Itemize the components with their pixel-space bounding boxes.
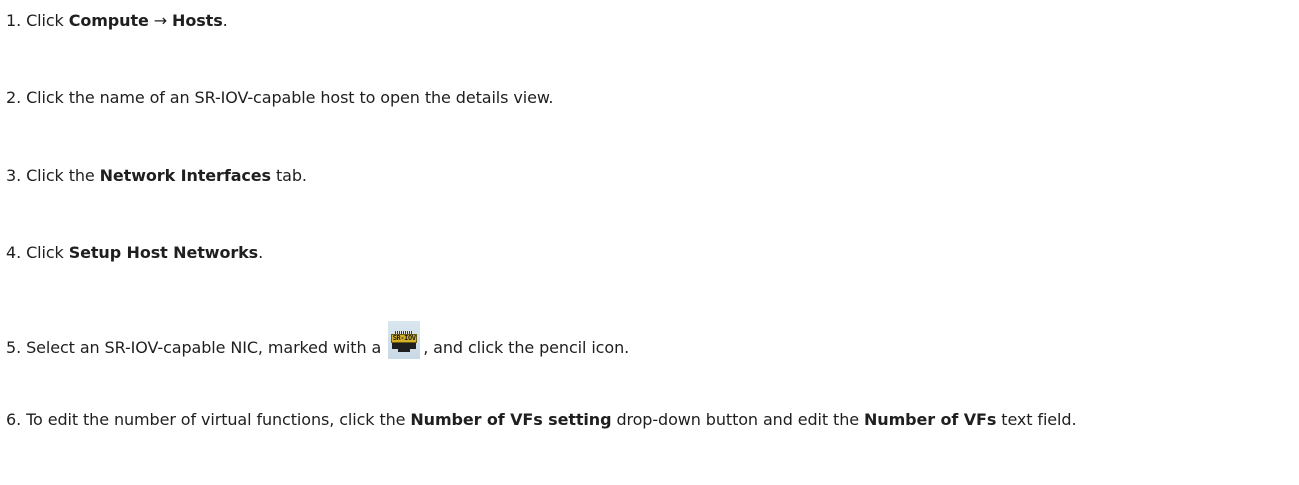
setup-host-networks-label: Setup Host Networks [68,243,259,262]
step-text-end: . [258,243,264,262]
number-of-vfs-label: Number of VFs [864,410,997,429]
step-text: Click [26,243,69,262]
step-number: 3. [6,166,22,185]
arrow-separator: → [148,11,173,30]
menu-hosts: Hosts [172,11,223,30]
step-number: 5. [6,338,22,357]
step-number: 4. [6,243,22,262]
step-1: 1. Click Compute → Hosts. [6,4,1296,37]
step-text: Click [26,11,69,30]
step-2: 2. Click the name of an SR-IOV-capable h… [6,81,1296,114]
sr-iov-icon-label: SR-IOV [391,334,418,343]
menu-compute: Compute [68,11,149,30]
step-4: 4. Click Setup Host Networks. [6,236,1296,269]
network-interfaces-label: Network Interfaces [99,166,271,185]
step-text: Click the [26,166,100,185]
step-6: 6. To edit the number of virtual functio… [6,403,1296,436]
step-text: To edit the number of virtual functions,… [26,410,411,429]
step-number: 1. [6,11,22,30]
step-text-middle: drop-down button and edit the [611,410,864,429]
step-text-end: tab. [270,166,307,185]
step-3: 3. Click the Network Interfaces tab. [6,159,1296,192]
step-text: Click the name of an SR-IOV-capable host… [26,88,554,107]
step-number: 2. [6,88,22,107]
step-text-end: , and click the pencil icon. [423,338,630,357]
step-text-end: . [222,11,228,30]
step-text: Select an SR-IOV-capable NIC, marked wit… [26,338,382,357]
step-number: 6. [6,410,22,429]
step-text-end: text field. [996,410,1077,429]
number-of-vfs-setting-label: Number of VFs setting [410,410,612,429]
sr-iov-icon: SR-IOV [388,321,421,359]
step-5: 5. Select an SR-IOV-capable NIC, marked … [6,321,1296,364]
